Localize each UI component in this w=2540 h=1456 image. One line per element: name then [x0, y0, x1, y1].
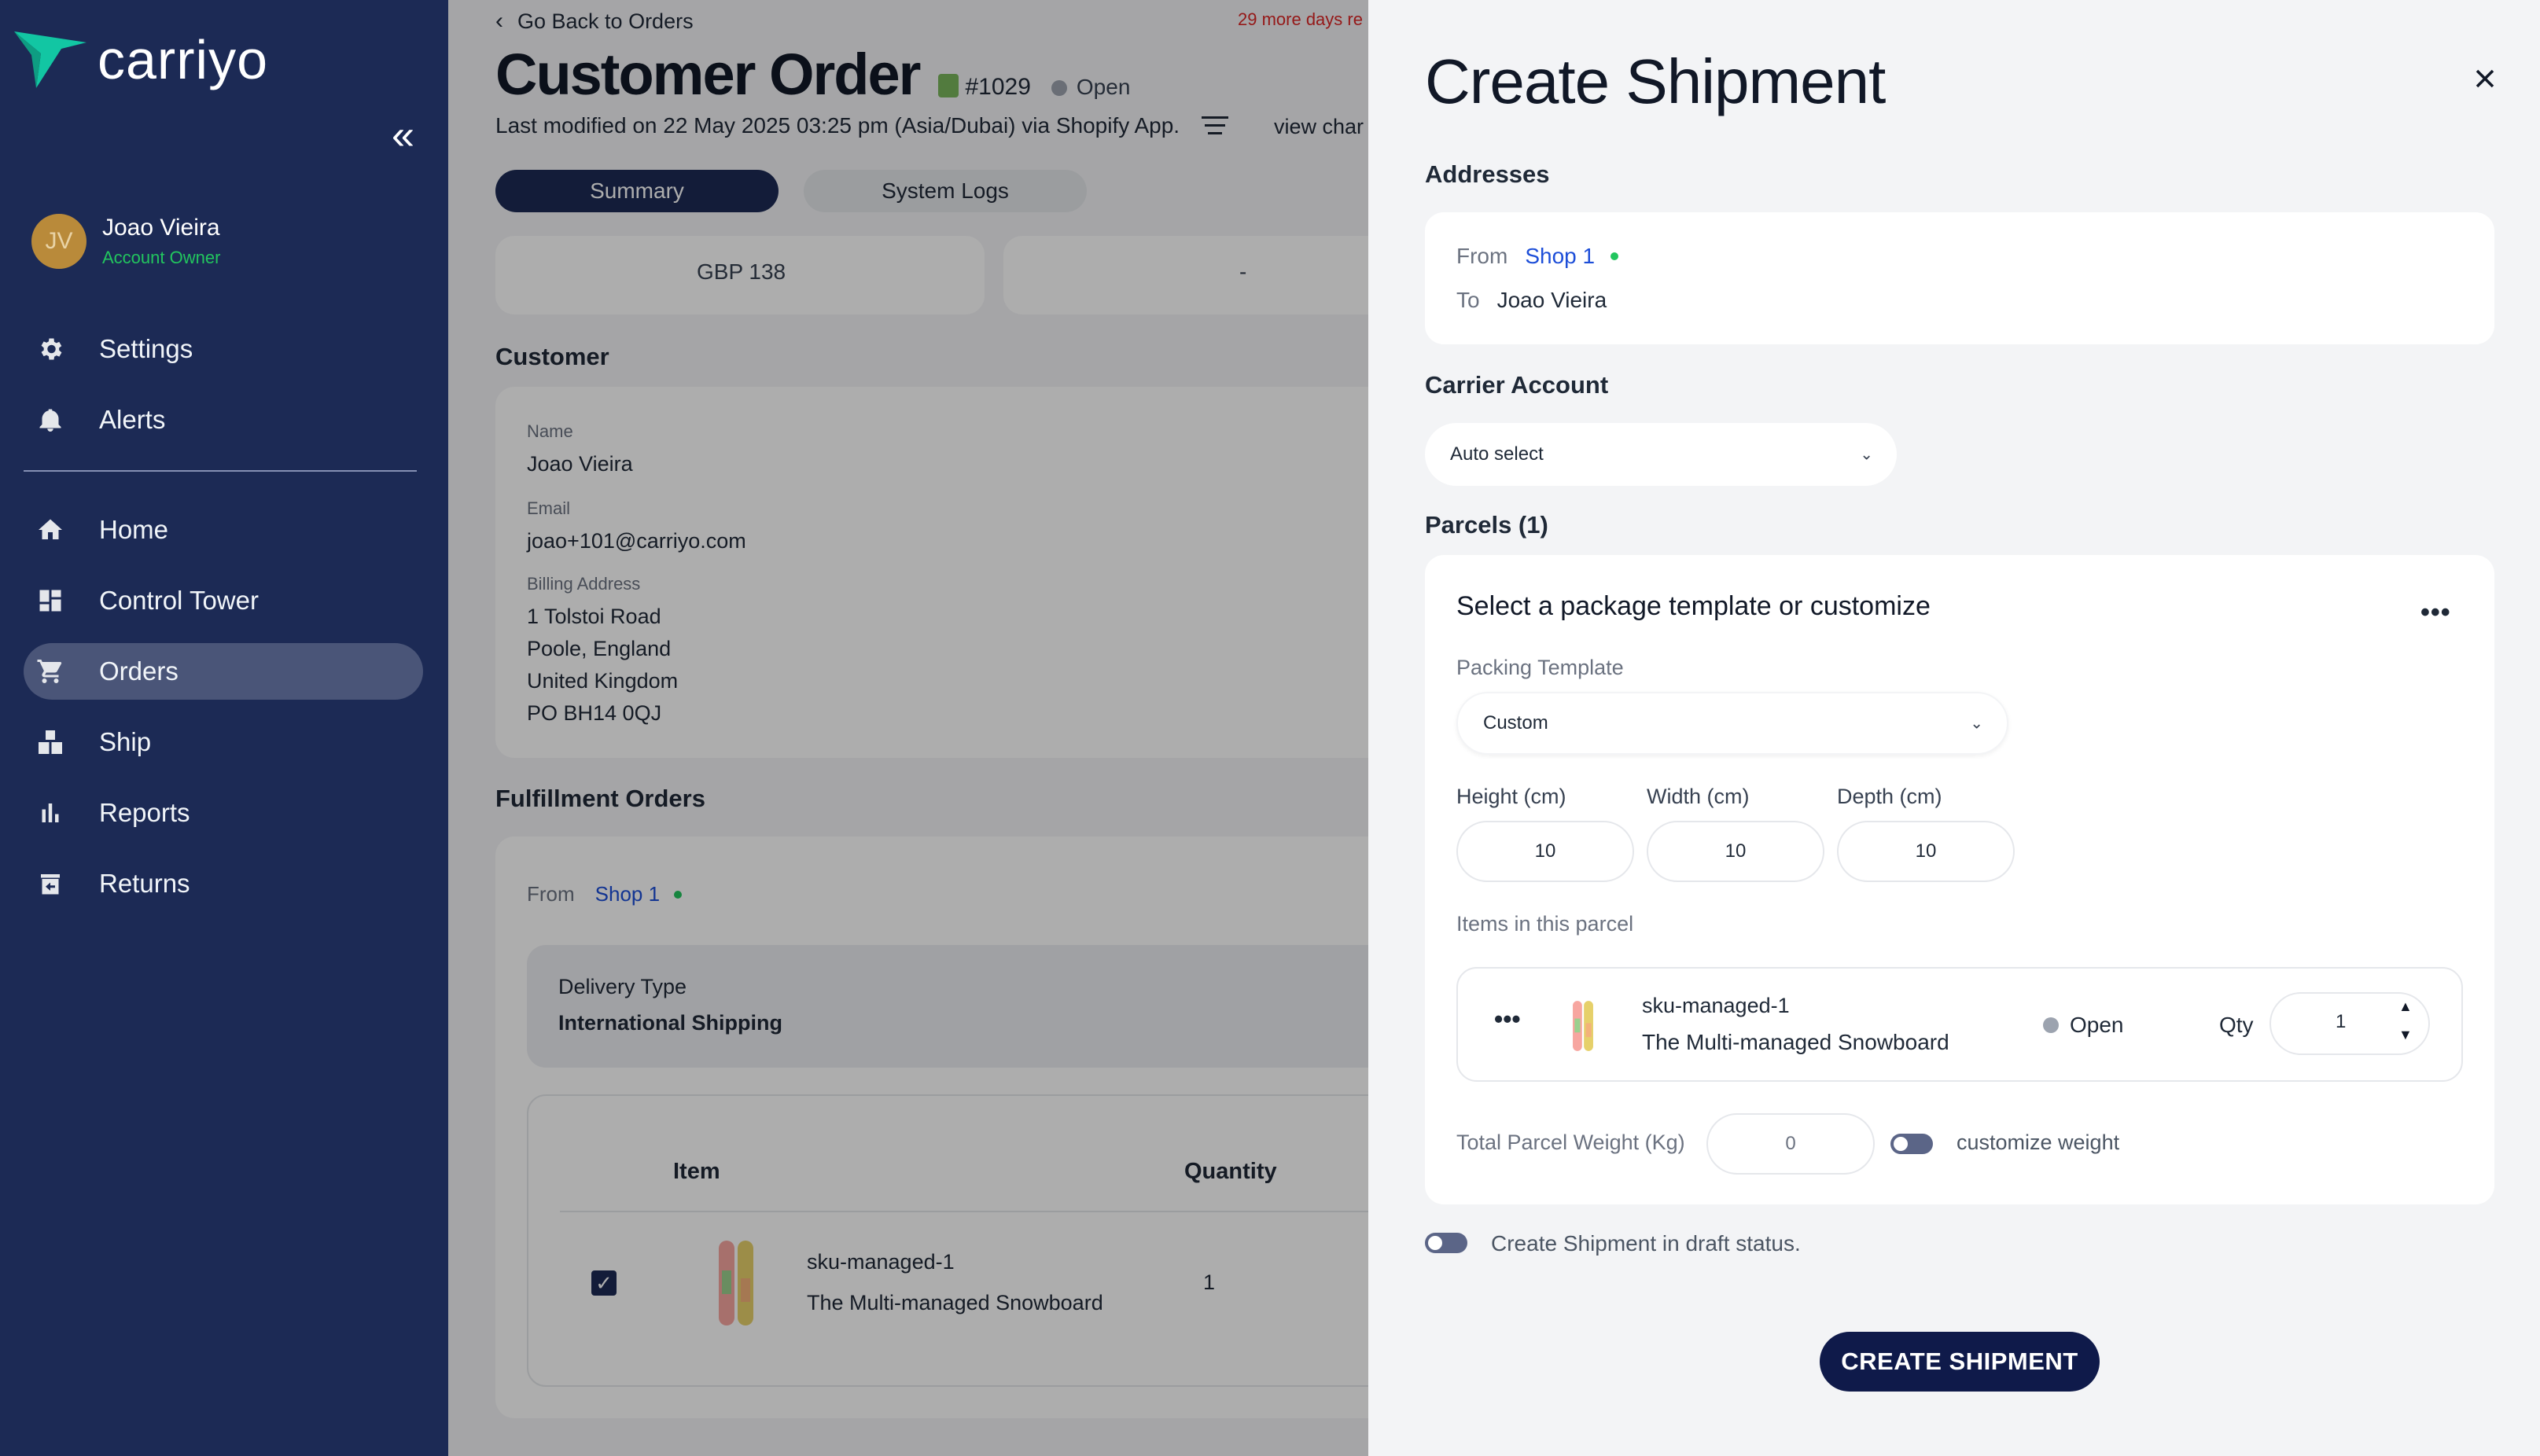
- active-dot-icon: [1611, 252, 1619, 260]
- sidebar-item-control-tower[interactable]: Control Tower: [24, 572, 423, 629]
- boxes-icon: [39, 730, 62, 754]
- packing-template-select[interactable]: Custom ⌄: [1456, 692, 2008, 755]
- gear-icon: [41, 338, 62, 360]
- sidebar-item-reports[interactable]: Reports: [24, 785, 423, 841]
- addresses-card: From Shop 1 To Joao Vieira: [1425, 212, 2494, 344]
- quantity-value: 1: [2336, 1011, 2347, 1032]
- parcel-weight-input[interactable]: 0: [1706, 1113, 1875, 1175]
- bar-chart-icon: [42, 803, 59, 822]
- sidebar-item-label: Settings: [99, 334, 193, 363]
- sidebar-item-orders[interactable]: Orders: [24, 643, 423, 700]
- sidebar-item-label: Orders: [99, 656, 179, 686]
- bell-icon: [39, 409, 61, 432]
- carrier-account-title: Carrier Account: [1425, 371, 1609, 399]
- sidebar-item-ship[interactable]: Ship: [24, 714, 423, 770]
- sidebar-item-settings[interactable]: Settings: [24, 321, 423, 377]
- sidebar-item-returns[interactable]: Returns: [24, 855, 423, 912]
- toggle-knob: [1894, 1137, 1908, 1151]
- customize-weight-label: customize weight: [1957, 1131, 2120, 1154]
- packing-template-label: Packing Template: [1456, 656, 1624, 679]
- panel-title: Create Shipment: [1425, 46, 1886, 116]
- parcel-weight-label: Total Parcel Weight (Kg): [1456, 1131, 1685, 1154]
- create-shipment-panel: Create Shipment Addresses From Shop 1 To…: [1368, 0, 2540, 1456]
- addresses-title: Addresses: [1425, 160, 1550, 188]
- toggle-knob: [1428, 1236, 1442, 1250]
- item-name: The Multi-managed Snowboard: [1642, 1030, 1949, 1054]
- sidebar-item-alerts[interactable]: Alerts: [24, 392, 423, 448]
- to-label: To: [1456, 288, 1480, 312]
- sidebar-item-label: Ship: [99, 727, 152, 756]
- item-more-options-icon[interactable]: •••: [1494, 1005, 1521, 1034]
- width-label: Width (cm): [1647, 785, 1750, 808]
- item-status-text: Open: [2070, 1013, 2124, 1037]
- from-label: From: [1456, 244, 1508, 268]
- carriyo-logo-icon: [14, 31, 87, 88]
- status-dot-icon: [2043, 1017, 2059, 1033]
- depth-input[interactable]: 10: [1837, 821, 2015, 882]
- sidebar: carriyo « JV Joao Vieira Account Owner S…: [0, 0, 448, 1456]
- draft-status-label: Create Shipment in draft status.: [1491, 1231, 1801, 1256]
- sidebar-item-home[interactable]: Home: [24, 502, 423, 558]
- return-box-icon: [41, 874, 60, 895]
- decrement-icon[interactable]: ▼: [2398, 1027, 2413, 1043]
- height-input[interactable]: 10: [1456, 821, 1634, 882]
- user-profile[interactable]: JV Joao Vieira Account Owner: [31, 214, 220, 269]
- chevron-down-icon: ⌄: [1860, 446, 1873, 464]
- width-input[interactable]: 10: [1647, 821, 1824, 882]
- parcel-card: Select a package template or customize •…: [1425, 555, 2494, 1204]
- avatar: JV: [31, 214, 87, 269]
- user-name: Joao Vieira: [102, 215, 220, 241]
- depth-label: Depth (cm): [1837, 785, 1942, 808]
- from-shop-link[interactable]: Shop 1: [1525, 244, 1595, 269]
- create-shipment-button[interactable]: CREATE SHIPMENT: [1820, 1332, 2100, 1392]
- brand-name: carriyo: [98, 29, 269, 90]
- draft-status-toggle[interactable]: [1425, 1233, 1467, 1253]
- item-status: Open: [2043, 1013, 2124, 1038]
- increment-icon[interactable]: ▲: [2398, 998, 2413, 1015]
- packing-template-value: Custom: [1483, 712, 1548, 734]
- brand-logo[interactable]: carriyo: [14, 28, 268, 91]
- home-icon: [39, 519, 62, 539]
- sidebar-item-label: Alerts: [99, 405, 166, 434]
- items-in-parcel-label: Items in this parcel: [1456, 912, 1634, 936]
- snowboard-thumbnail: [1573, 1001, 1593, 1051]
- collapse-sidebar-icon[interactable]: «: [392, 115, 414, 156]
- sidebar-item-label: Control Tower: [99, 586, 259, 615]
- height-label: Height (cm): [1456, 785, 1566, 808]
- sidebar-item-label: Returns: [99, 869, 190, 898]
- sidebar-item-label: Reports: [99, 798, 190, 827]
- cart-icon: [37, 660, 62, 683]
- chevron-down-icon: ⌄: [1970, 715, 1983, 733]
- dashboard-icon: [39, 590, 61, 612]
- carrier-account-select[interactable]: Auto select ⌄: [1425, 423, 1897, 486]
- modal-backdrop[interactable]: [448, 0, 1368, 1456]
- sidebar-divider: [24, 470, 417, 472]
- sidebar-item-label: Home: [99, 515, 169, 544]
- parcel-heading: Select a package template or customize: [1456, 591, 1931, 621]
- carrier-account-value: Auto select: [1450, 443, 1544, 465]
- parcels-title: Parcels (1): [1425, 511, 1548, 539]
- user-role: Account Owner: [102, 248, 221, 267]
- to-name: Joao Vieira: [1496, 288, 1607, 312]
- close-icon[interactable]: [2469, 63, 2501, 94]
- more-options-icon[interactable]: •••: [2420, 597, 2451, 628]
- quantity-stepper[interactable]: 1 ▲ ▼: [2269, 992, 2430, 1055]
- qty-label: Qty: [2219, 1013, 2254, 1037]
- customize-weight-toggle[interactable]: [1890, 1134, 1933, 1154]
- parcel-item-row: ••• sku-managed-1 The Multi-managed Snow…: [1456, 967, 2463, 1082]
- item-sku: sku-managed-1: [1642, 994, 1790, 1017]
